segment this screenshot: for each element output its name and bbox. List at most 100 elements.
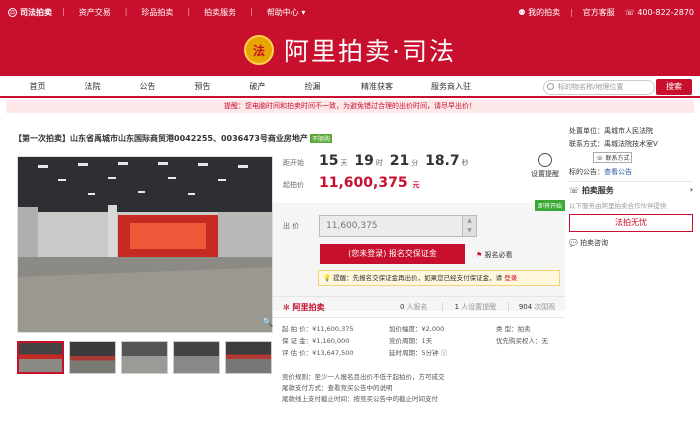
view-count: 904 次围观 [509,302,565,312]
countdown-days: 15 [319,153,339,169]
bid-row: 出 价 11,600,375 ▲ ▼ [273,203,565,237]
nav-provider-join[interactable]: 服务商入驻 [414,81,488,92]
court-emblem-icon: 法 [244,35,275,65]
nav-treasure-auction[interactable]: 珍品拍卖 [141,7,173,18]
countdown-label: 距开始 [283,159,304,167]
property-photo-image [18,157,272,332]
announcement-label: 标的公告： [569,168,604,176]
detail-increment: 加价幅度：¥2,000 [389,325,445,333]
details-col-3: 类 型：拍卖 优先购买权人：无 [496,323,548,347]
auction-service-title-text: 拍卖服务 [581,186,614,195]
chat-icon: 💬 [569,239,578,247]
start-price-row: 起拍价 11,600,375 元 [273,175,565,195]
worry-free-button[interactable]: 法拍无忧 [569,214,693,232]
login-link[interactable]: 登录 [504,274,517,282]
search-input[interactable]: 标的物名称/地理位置 [543,80,655,95]
contact-info: 联系方式：禹城法院技术室V [569,140,658,148]
my-auction-link[interactable]: ⚉ 我的拍卖 [518,7,560,18]
site-logo[interactable]: ⚖ 司法拍卖 [8,7,52,18]
phone-value: 400-822-2870 [637,7,694,17]
auction-consult-link[interactable]: 💬 拍卖咨询 [569,238,693,248]
detail-priority: 优先购买权人：无 [496,337,548,345]
header-banner: 法 阿里拍卖·司法 [0,24,700,76]
thumbnail-strip [17,341,272,374]
auction-info: 距开始 15 天 19 时 21 分 18.7 秒 起拍价 11,600,375 元 设… [273,153,565,311]
reminder-count-unit: 人设置提醒 [461,303,497,311]
nav-preview[interactable]: 预告 [175,81,230,92]
countdown-timer: 15 天 19 时 21 分 18.7 秒 [319,153,471,169]
headset-icon: ☏ [569,186,580,195]
divider: | [187,6,191,16]
register-deposit-button[interactable]: (您未登录) 报名交保证金 [320,244,465,264]
nav-auction-service[interactable]: 拍卖服务 [204,7,236,18]
auction-service-header[interactable]: ☏ 拍卖服务 › [569,181,693,196]
court-info: 处置单位：禹城市人民法院 [569,127,653,135]
thumbnail-4[interactable] [173,341,220,374]
auction-consult-label: 拍卖咨询 [579,239,608,247]
must-read-label: 报名必看 [484,251,513,259]
stepper-down-icon[interactable]: ▼ [463,226,476,236]
set-reminder-label: 设置提醒 [531,170,559,178]
nav-precise-leads[interactable]: 精准获客 [340,81,414,92]
main-photo[interactable] [17,156,273,333]
view-count-unit: 次围观 [534,303,556,311]
zoom-icon[interactable]: 🔍 [262,318,273,328]
auction-service-title: ☏ 拍卖服务 [569,185,614,196]
thumbnail-5[interactable] [225,341,272,374]
main-nav: 首页 法院 公告 预告 破产 捡漏 精准获客 服务商入驻 标的物名称/地理位置 … [0,76,700,98]
announcement-link[interactable]: 查看公告 [604,168,632,176]
nav-court[interactable]: 法院 [65,81,120,92]
signup-count-unit: 人报名 [406,303,428,311]
signup-count: 0 人报名 [386,302,442,312]
stepper-up-icon[interactable]: ▲ [463,216,476,226]
flag-icon: ⚑ [476,251,483,259]
banner-title[interactable]: 阿里拍卖·司法 [284,32,456,68]
nav-bargain[interactable]: 捡漏 [285,81,340,92]
detail-deposit: 保 证 金：¥1,160,000 [282,337,350,345]
search-placeholder: 标的物名称/地理位置 [558,83,624,91]
start-price-value: 11,600,375 元 [319,175,419,191]
bulb-icon: 💡 [323,274,332,282]
bid-input[interactable]: 11,600,375 [319,215,463,237]
thumbnail-3[interactable] [121,341,168,374]
details-col-1: 起 拍 价：¥11,600,375 保 证 金：¥1,160,000 评 估 价… [282,323,353,359]
ali-logo-icon: ✻ [283,302,290,312]
bid-stepper[interactable]: ▲ ▼ [463,215,477,237]
seconds-unit: 秒 [461,159,469,167]
minutes-unit: 分 [411,159,419,167]
ali-auction-brand: ✻ 阿里拍卖 [283,302,386,313]
countdown-row: 距开始 15 天 19 时 21 分 18.7 秒 [273,153,565,175]
view-count-value: 904 [518,303,533,311]
site-logo-text: 司法拍卖 [20,7,52,17]
gavel-icon: ⚖ [8,7,17,17]
set-reminder-button[interactable]: 设置提醒 [531,153,559,179]
countdown-minutes: 21 [389,153,410,169]
nav-help-center[interactable]: 帮助中心 ▾ [267,7,306,18]
detail-delay[interactable]: 延时周期：5分钟 ⓘ [389,347,447,359]
countdown-seconds: 18.7 [425,153,460,169]
search-button[interactable]: 搜索 [656,79,692,95]
coming-soon-badge: 即将开始 [534,200,565,211]
detail-cycle: 竞价周期：1天 [389,337,433,345]
customer-service-link[interactable]: 官方客服 [583,7,615,18]
auction-rules: 竞价规则：至少一人报名且出价不低于起拍价，方可成交 尾款支付方式：查看竞买公告中… [282,372,445,405]
divider: | [250,6,253,16]
login-tip-text: 提醒：先报名交保证金再出价，如果您已经支付保证金，请 [333,274,505,282]
hours-unit: 时 [375,159,383,167]
thumbnail-1[interactable] [17,341,64,374]
must-read-link[interactable]: ⚑ 报名必看 [476,250,513,260]
detail-start-price: 起 拍 价：¥11,600,375 [282,325,354,333]
service-desc: 以下服务由阿里拍卖合作伙伴提供 [569,202,667,210]
nav-announcement[interactable]: 公告 [120,81,175,92]
thumbnail-2[interactable] [69,341,116,374]
nav-bankruptcy[interactable]: 破产 [230,81,285,92]
nav-home[interactable]: 首页 [10,81,65,92]
rule-payment-method: 尾款支付方式：查看竞买公告中的说明 [282,384,393,392]
contact-button-label: 联系方式 [605,155,630,162]
phone-icon: ☏ [596,155,604,162]
lot-title: 【第一次拍卖】山东省禹城市山东国际商贸港0042255、0036473号商业房地… [14,133,332,144]
nav-asset-trade[interactable]: 资产交易 [79,7,111,18]
countdown-hours: 19 [354,153,374,169]
divider: | [570,7,573,17]
contact-button[interactable]: ☏ 联系方式 [593,152,633,163]
